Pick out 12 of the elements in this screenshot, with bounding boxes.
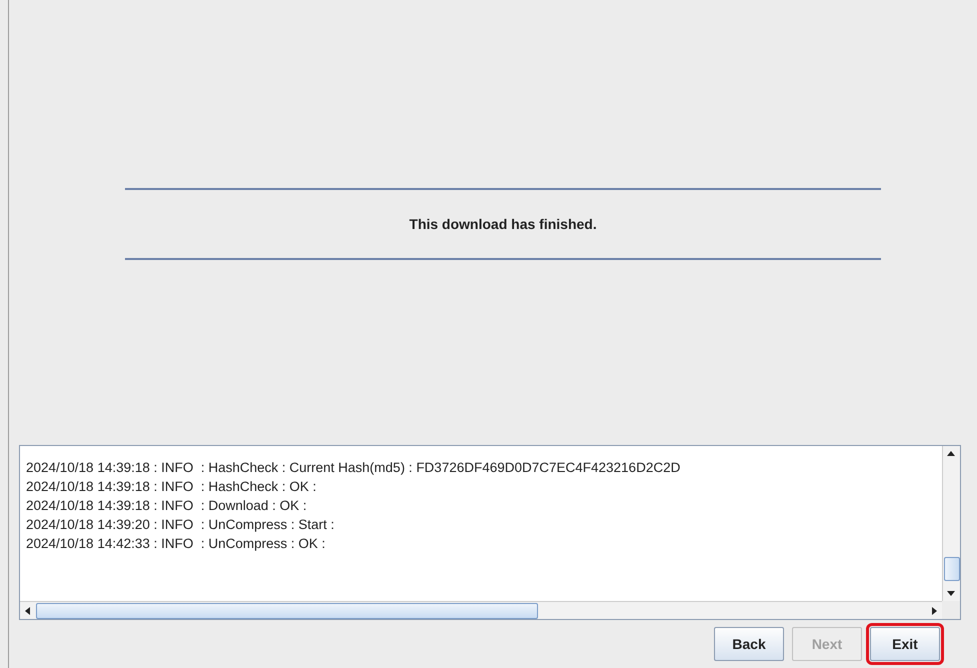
- log-line: 2024/10/18 14:39:18 : INFO : HashCheck : OK :: [26, 478, 318, 496]
- vertical-scrollbar[interactable]: [942, 446, 960, 601]
- scroll-thumb[interactable]: [36, 602, 538, 618]
- scrollbar-corner: [942, 601, 960, 619]
- log-line: 2024/10/18 14:39:18 : INFO : HashCheck : Current Hash(md5) : FD3726DF469D0D7C7EC4F423216D2C2D: [26, 459, 682, 477]
- log-line: 2024/10/18 14:39:20 : INFO : UnCompress : Start :: [26, 516, 336, 534]
- log-line: 2024/10/18 14:39:18 : INFO : Download : OK :: [26, 497, 308, 515]
- log-line: 2024/10/18 14:42:33 : INFO : UnCompress : OK :: [26, 535, 326, 553]
- back-button[interactable]: Back: [714, 627, 784, 661]
- scroll-thumb[interactable]: [944, 557, 960, 581]
- horizontal-scrollbar[interactable]: [20, 601, 942, 619]
- status-message: This download has finished.: [409, 216, 597, 232]
